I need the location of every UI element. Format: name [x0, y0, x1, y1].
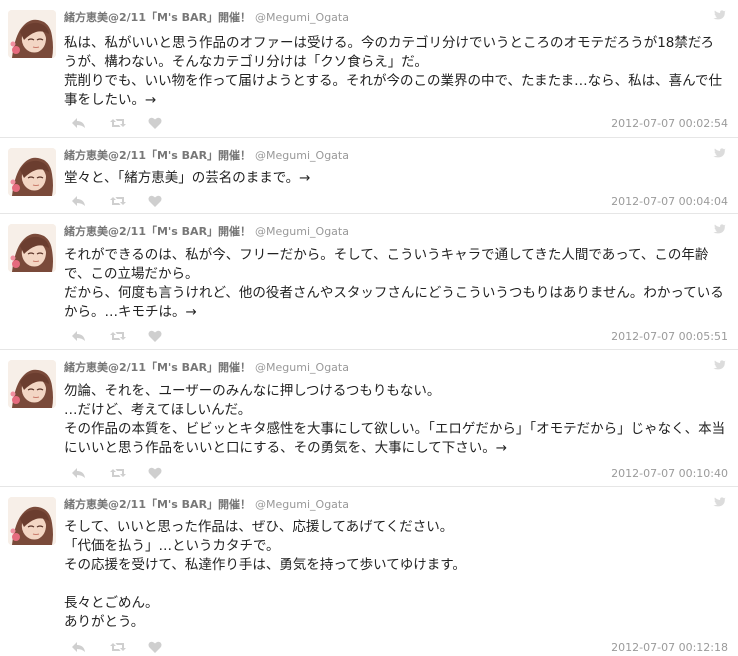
tweet-item: 緒方恵美@2/11「M's BAR」開催！ @Megumi_Ogata それができ…	[0, 214, 738, 350]
reply-icon[interactable]	[72, 640, 110, 654]
author-name[interactable]: 緒方恵美@2/11「M's BAR」開催！	[64, 149, 251, 162]
retweet-icon[interactable]	[110, 466, 148, 480]
tweet-text: 私は、私がいいと思う作品のオファーは受ける。今のカテゴリ分けでいうところのオモテ…	[64, 35, 722, 108]
heart-icon[interactable]	[148, 640, 186, 654]
tweet-header: 緒方恵美@2/11「M's BAR」開催！ @Megumi_Ogata	[64, 147, 349, 163]
author-handle[interactable]: @Megumi_Ogata	[255, 498, 349, 511]
tweet-item: 緒方恵美@2/11「M's BAR」開催！ @Megumi_Ogata 私は、私が…	[0, 0, 738, 138]
tweet-item: 緒方恵美@2/11「M's BAR」開催！ @Megumi_Ogata 勿論、それ…	[0, 350, 738, 487]
avatar[interactable]	[8, 10, 56, 58]
author-handle[interactable]: @Megumi_Ogata	[255, 11, 349, 24]
tweet-actions	[72, 466, 186, 480]
tweet-text: 堂々と、「緒方恵美」の芸名のままで。→	[64, 170, 311, 186]
avatar[interactable]	[8, 148, 56, 196]
retweet-icon[interactable]	[110, 116, 148, 130]
tweet-actions	[72, 194, 186, 208]
avatar[interactable]	[8, 497, 56, 545]
author-handle[interactable]: @Megumi_Ogata	[255, 149, 349, 162]
tweet-actions	[72, 329, 186, 343]
timestamp[interactable]: 2012-07-07 00:04:04	[611, 195, 728, 208]
tweet-text: そして、いいと思った作品は、ぜひ、応援してあげてください。 「代価を払う」…とい…	[64, 519, 466, 630]
heart-icon[interactable]	[148, 466, 186, 480]
bird-icon[interactable]	[711, 10, 726, 22]
reply-icon[interactable]	[72, 466, 110, 480]
bird-icon[interactable]	[711, 224, 726, 236]
author-handle[interactable]: @Megumi_Ogata	[255, 361, 349, 374]
tweet-header: 緒方恵美@2/11「M's BAR」開催！ @Megumi_Ogata	[64, 496, 349, 512]
author-name[interactable]: 緒方恵美@2/11「M's BAR」開催！	[64, 225, 251, 238]
tweet-header: 緒方恵美@2/11「M's BAR」開催！ @Megumi_Ogata	[64, 9, 349, 25]
retweet-icon[interactable]	[110, 640, 148, 654]
retweet-icon[interactable]	[110, 329, 148, 343]
reply-icon[interactable]	[72, 329, 110, 343]
tweet-actions	[72, 640, 186, 654]
heart-icon[interactable]	[148, 194, 186, 208]
timestamp[interactable]: 2012-07-07 00:05:51	[611, 330, 728, 343]
heart-icon[interactable]	[148, 329, 186, 343]
author-name[interactable]: 緒方恵美@2/11「M's BAR」開催！	[64, 498, 251, 511]
bird-icon[interactable]	[711, 497, 726, 509]
bird-icon[interactable]	[711, 148, 726, 160]
bird-icon[interactable]	[711, 360, 726, 372]
tweet-item: 緒方恵美@2/11「M's BAR」開催！ @Megumi_Ogata 堂々と、「…	[0, 138, 738, 214]
timestamp[interactable]: 2012-07-07 00:10:40	[611, 467, 728, 480]
tweet-text: 勿論、それを、ユーザーのみんなに押しつけるつもりもない。 …だけど、考えてほしい…	[64, 383, 726, 456]
timestamp[interactable]: 2012-07-07 00:02:54	[611, 117, 728, 130]
tweet-header: 緒方恵美@2/11「M's BAR」開催！ @Megumi_Ogata	[64, 359, 349, 375]
author-name[interactable]: 緒方恵美@2/11「M's BAR」開催！	[64, 361, 251, 374]
tweet-item: 緒方恵美@2/11「M's BAR」開催！ @Megumi_Ogata そして、い…	[0, 487, 738, 656]
reply-icon[interactable]	[72, 116, 110, 130]
reply-icon[interactable]	[72, 194, 110, 208]
avatar[interactable]	[8, 360, 56, 408]
avatar[interactable]	[8, 224, 56, 272]
author-handle[interactable]: @Megumi_Ogata	[255, 225, 349, 238]
retweet-icon[interactable]	[110, 194, 148, 208]
heart-icon[interactable]	[148, 116, 186, 130]
tweet-actions	[72, 116, 186, 130]
tweet-text: それができるのは、私が今、フリーだから。そして、こういうキャラで通してきた人間で…	[64, 247, 724, 320]
tweet-header: 緒方恵美@2/11「M's BAR」開催！ @Megumi_Ogata	[64, 223, 349, 239]
author-name[interactable]: 緒方恵美@2/11「M's BAR」開催！	[64, 11, 251, 24]
timestamp[interactable]: 2012-07-07 00:12:18	[611, 641, 728, 654]
